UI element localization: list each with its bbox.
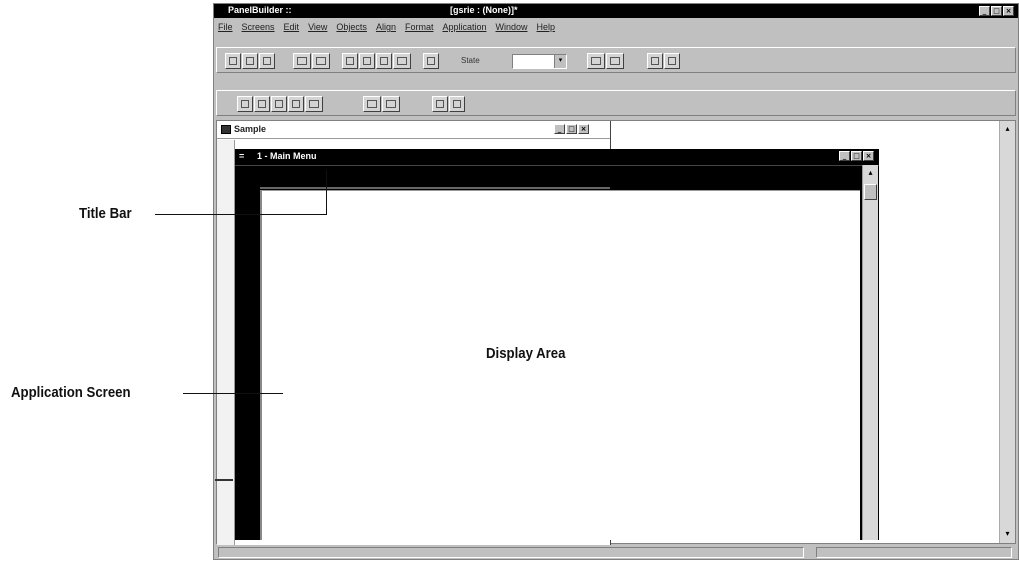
main-menu-title-bar[interactable]: = 1 - Main Menu _ □ × — [235, 149, 879, 165]
application-icon — [221, 125, 231, 134]
download-icon[interactable] — [293, 53, 311, 69]
screen-list-pane — [217, 140, 235, 545]
align-right-icon[interactable] — [271, 96, 287, 112]
callout-title-bar-pointer — [326, 170, 327, 215]
align-left-icon[interactable] — [237, 96, 253, 112]
zoom-in-icon[interactable] — [647, 53, 663, 69]
save-icon[interactable] — [259, 53, 275, 69]
bring-to-front-icon[interactable] — [432, 96, 448, 112]
callout-title-bar: Title Bar — [79, 205, 132, 222]
align-tool-icon[interactable] — [305, 96, 323, 112]
maximize-button[interactable]: □ — [991, 6, 1002, 16]
menu-window[interactable]: Window — [496, 22, 528, 32]
object-tool-icon[interactable] — [606, 53, 624, 69]
scroll-thumb[interactable] — [864, 184, 877, 200]
main-menu-close-button[interactable]: × — [863, 151, 874, 161]
callout-title-bar-leader — [155, 214, 327, 215]
new-file-icon[interactable] — [225, 53, 241, 69]
screen-title-band — [235, 165, 879, 187]
main-menu-title: 1 - Main Menu — [257, 151, 317, 161]
tag-editor-icon[interactable] — [587, 53, 605, 69]
scroll-up-icon[interactable]: ▴ — [1001, 123, 1014, 136]
menu-help[interactable]: Help — [537, 22, 556, 32]
callout-application-screen-leader — [183, 393, 283, 394]
standard-toolbar: State ▾ — [216, 47, 1016, 73]
copy-icon[interactable] — [359, 53, 375, 69]
align-grid-icon[interactable] — [288, 96, 304, 112]
document-title: [gsrie : (None)]* — [450, 5, 518, 15]
menu-align[interactable]: Align — [376, 22, 396, 32]
send-to-back-icon[interactable] — [449, 96, 465, 112]
app-title: PanelBuilder :: — [228, 5, 292, 15]
open-file-icon[interactable] — [242, 53, 258, 69]
status-pane-secondary — [816, 547, 1012, 558]
menu-file[interactable]: File — [218, 22, 233, 32]
zoom-out-icon[interactable] — [664, 53, 680, 69]
sample-minimize-button[interactable]: _ — [554, 124, 565, 134]
workspace-scrollbar[interactable]: ▴ ▾ — [999, 121, 1015, 543]
main-menu-scrollbar[interactable]: ▴ — [862, 165, 878, 540]
menu-format[interactable]: Format — [405, 22, 434, 32]
sample-close-button[interactable]: × — [578, 124, 589, 134]
align-center-icon[interactable] — [254, 96, 270, 112]
display-area[interactable] — [260, 190, 860, 540]
main-menu-scroll-up-icon[interactable]: ▴ — [864, 167, 877, 180]
minimize-button[interactable]: _ — [979, 6, 990, 16]
paste-icon[interactable] — [376, 53, 392, 69]
cut-icon[interactable] — [342, 53, 358, 69]
main-menu-maximize-button[interactable]: □ — [851, 151, 862, 161]
gutter-divider — [215, 479, 233, 481]
align-toolbar — [216, 90, 1016, 116]
state-dropdown[interactable]: ▾ — [512, 54, 567, 69]
menu-objects[interactable]: Objects — [336, 22, 367, 32]
sample-title: Sample — [234, 124, 267, 134]
status-pane-main — [218, 547, 804, 558]
menu-edit[interactable]: Edit — [284, 22, 300, 32]
main-menu-minimize-button[interactable]: _ — [839, 151, 850, 161]
menu-application[interactable]: Application — [442, 22, 486, 32]
callout-display-area: Display Area — [486, 345, 566, 362]
close-button[interactable]: × — [1003, 6, 1014, 16]
sample-maximize-button[interactable]: □ — [566, 124, 577, 134]
menu-view[interactable]: View — [308, 22, 327, 32]
menu-screens[interactable]: Screens — [242, 22, 275, 32]
title-band-separator — [260, 187, 610, 189]
scroll-down-icon[interactable]: ▾ — [1001, 528, 1014, 541]
upload-icon[interactable] — [312, 53, 330, 69]
dropdown-arrow-icon[interactable]: ▾ — [554, 55, 566, 68]
undo-icon[interactable] — [393, 53, 411, 69]
sample-title-bar[interactable]: Sample _ □ × — [217, 121, 610, 139]
screen-properties-icon[interactable] — [423, 53, 439, 69]
callout-application-screen: Application Screen — [11, 384, 131, 401]
app-title-bar[interactable]: PanelBuilder :: [gsrie : (None)]* _ □ × — [214, 4, 1018, 18]
space-vertical-icon[interactable] — [382, 96, 400, 112]
status-bar — [216, 545, 1016, 559]
menu-bar: File Screens Edit View Objects Align For… — [214, 19, 1018, 35]
system-menu-icon[interactable]: = — [239, 151, 244, 161]
state-label: State — [461, 56, 480, 65]
space-horizontal-icon[interactable] — [363, 96, 381, 112]
